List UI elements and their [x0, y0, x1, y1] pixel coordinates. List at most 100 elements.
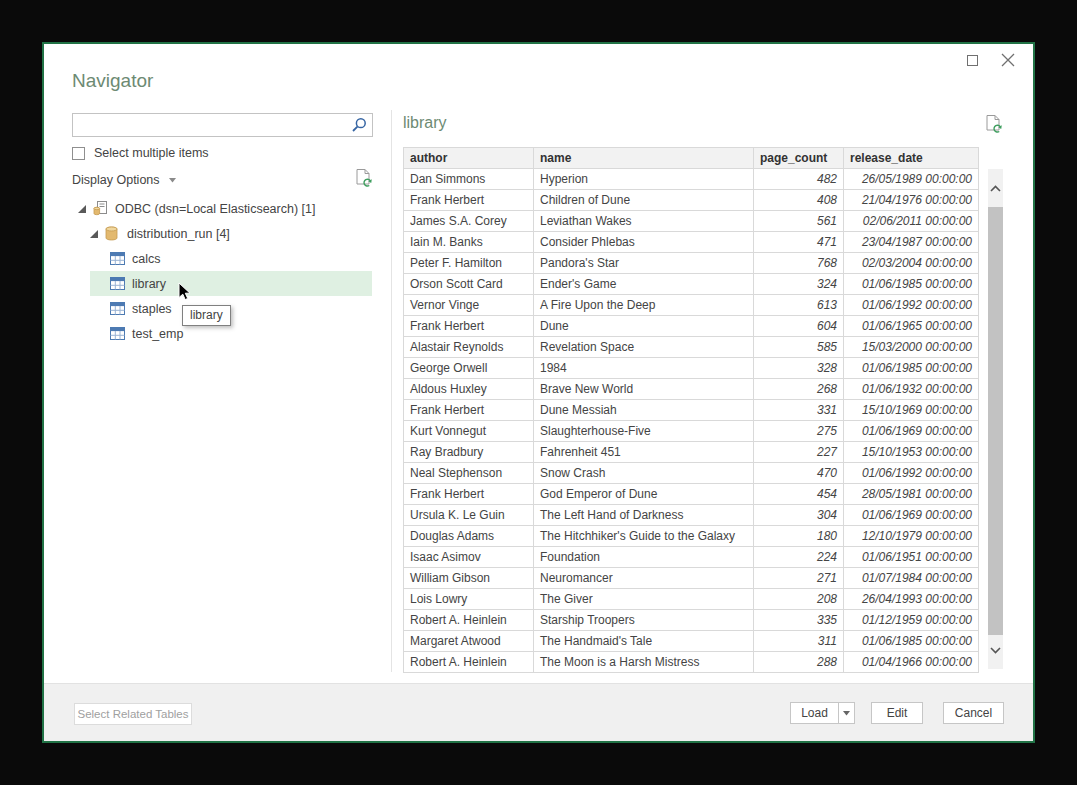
table-row: Robert A. HeinleinStarship Troopers33501… [404, 610, 979, 631]
table-row: Frank HerbertDune60401/06/1965 00:00:00 [404, 316, 979, 337]
cell-page_count: 224 [754, 547, 844, 568]
cell-name: God Emperor of Dune [534, 484, 754, 505]
column-header-page_count: page_count [754, 148, 844, 169]
cell-name: Neuromancer [534, 568, 754, 589]
select-multiple-checkbox[interactable] [72, 147, 85, 160]
cell-page_count: 227 [754, 442, 844, 463]
expander-icon[interactable] [90, 230, 98, 238]
tree-item-calcs[interactable]: calcs [44, 246, 384, 271]
table-row: Frank HerbertGod Emperor of Dune45428/05… [404, 484, 979, 505]
cell-release_date: 01/06/1985 00:00:00 [844, 274, 979, 295]
cell-release_date: 01/06/1965 00:00:00 [844, 316, 979, 337]
cell-author: Lois Lowry [404, 589, 534, 610]
refresh-preview-button[interactable] [985, 114, 1003, 134]
preview-scrollbar[interactable] [988, 169, 1003, 669]
maximize-icon [967, 55, 978, 66]
cell-author: Aldous Huxley [404, 379, 534, 400]
cell-author: Orson Scott Card [404, 274, 534, 295]
cell-author: George Orwell [404, 358, 534, 379]
table-header-row: authornamepage_countrelease_date [404, 148, 979, 169]
tree-item-label: distribution_run [4] [127, 227, 230, 241]
cell-name: Foundation [534, 547, 754, 568]
table-icon [110, 276, 125, 291]
select-multiple-label: Select multiple items [94, 146, 209, 160]
refresh-tree-button[interactable] [355, 168, 373, 188]
cell-release_date: 28/05/1981 00:00:00 [844, 484, 979, 505]
scroll-thumb[interactable] [988, 207, 1003, 635]
cell-release_date: 01/06/1969 00:00:00 [844, 421, 979, 442]
expander-icon[interactable] [78, 205, 86, 213]
select-related-tables-button[interactable]: Select Related Tables [74, 703, 192, 725]
cell-release_date: 01/06/1992 00:00:00 [844, 463, 979, 484]
tree-item-library[interactable]: library [44, 271, 384, 296]
cell-release_date: 01/06/1932 00:00:00 [844, 379, 979, 400]
cell-author: Frank Herbert [404, 400, 534, 421]
cell-page_count: 335 [754, 610, 844, 631]
tree-item-label: test_emp [132, 327, 183, 341]
table-row: Orson Scott CardEnder's Game32401/06/198… [404, 274, 979, 295]
table-row: Frank HerbertChildren of Dune40821/04/19… [404, 190, 979, 211]
cell-page_count: 304 [754, 505, 844, 526]
table-row: James S.A. CoreyLeviathan Wakes56102/06/… [404, 211, 979, 232]
refresh-icon [985, 114, 1003, 134]
cell-release_date: 01/12/1959 00:00:00 [844, 610, 979, 631]
table-row: Peter F. HamiltonPandora's Star76802/03/… [404, 253, 979, 274]
cell-page_count: 604 [754, 316, 844, 337]
cell-page_count: 180 [754, 526, 844, 547]
cell-author: Dan Simmons [404, 169, 534, 190]
load-button[interactable]: Load [790, 702, 839, 724]
load-dropdown-button[interactable] [838, 702, 855, 724]
close-icon [1001, 53, 1015, 67]
cell-page_count: 470 [754, 463, 844, 484]
table-row: Neal StephensonSnow Crash47001/06/1992 0… [404, 463, 979, 484]
column-header-release_date: release_date [844, 148, 979, 169]
cell-name: The Hitchhiker's Guide to the Galaxy [534, 526, 754, 547]
display-options-button[interactable]: Display Options [72, 173, 176, 187]
cell-author: Alastair Reynolds [404, 337, 534, 358]
edit-button[interactable]: Edit [871, 702, 923, 724]
cell-author: Frank Herbert [404, 316, 534, 337]
tree-item-odbc-dsn-local-elasticsearch-1[interactable]: ODBC (dsn=Local Elasticsearch) [1] [44, 196, 384, 221]
navigator-title: Navigator [72, 70, 153, 92]
cell-author: Margaret Atwood [404, 631, 534, 652]
column-header-author: author [404, 148, 534, 169]
table-row: Isaac AsimovFoundation22401/06/1951 00:0… [404, 547, 979, 568]
table-row: Ray BradburyFahrenheit 45122715/10/1953 … [404, 442, 979, 463]
tree-item-distribution-run-4[interactable]: distribution_run [4] [44, 221, 384, 246]
cell-author: Vernor Vinge [404, 295, 534, 316]
scroll-up-button[interactable] [988, 175, 1003, 201]
cell-release_date: 26/04/1993 00:00:00 [844, 589, 979, 610]
search-input[interactable] [73, 114, 351, 136]
cell-name: Dune Messiah [534, 400, 754, 421]
cell-author: Robert A. Heinlein [404, 652, 534, 673]
refresh-icon [355, 168, 373, 188]
close-button[interactable] [997, 50, 1019, 70]
navigator-dialog: Navigator Select multiple items Display … [42, 42, 1035, 743]
cell-page_count: 768 [754, 253, 844, 274]
cell-release_date: 01/06/1985 00:00:00 [844, 631, 979, 652]
cell-page_count: 208 [754, 589, 844, 610]
cell-page_count: 331 [754, 400, 844, 421]
table-row: Aldous HuxleyBrave New World26801/06/193… [404, 379, 979, 400]
cell-author: Peter F. Hamilton [404, 253, 534, 274]
cell-release_date: 01/06/1992 00:00:00 [844, 295, 979, 316]
cell-page_count: 324 [754, 274, 844, 295]
cell-release_date: 26/05/1989 00:00:00 [844, 169, 979, 190]
search-icon[interactable] [351, 117, 367, 133]
cell-page_count: 585 [754, 337, 844, 358]
table-row: Ursula K. Le GuinThe Left Hand of Darkne… [404, 505, 979, 526]
display-options-row: Display Options [72, 170, 373, 190]
cell-name: Ender's Game [534, 274, 754, 295]
cell-author: Neal Stephenson [404, 463, 534, 484]
scroll-down-button[interactable] [988, 637, 1003, 663]
cell-name: A Fire Upon the Deep [534, 295, 754, 316]
cell-name: Starship Troopers [534, 610, 754, 631]
cell-name: 1984 [534, 358, 754, 379]
maximize-button[interactable] [961, 50, 983, 70]
cancel-button[interactable]: Cancel [943, 702, 1004, 724]
cell-author: William Gibson [404, 568, 534, 589]
table-row: Dan SimmonsHyperion48226/05/1989 00:00:0… [404, 169, 979, 190]
cell-name: Snow Crash [534, 463, 754, 484]
table-row: Frank HerbertDune Messiah33115/10/1969 0… [404, 400, 979, 421]
cell-release_date: 01/07/1984 00:00:00 [844, 568, 979, 589]
